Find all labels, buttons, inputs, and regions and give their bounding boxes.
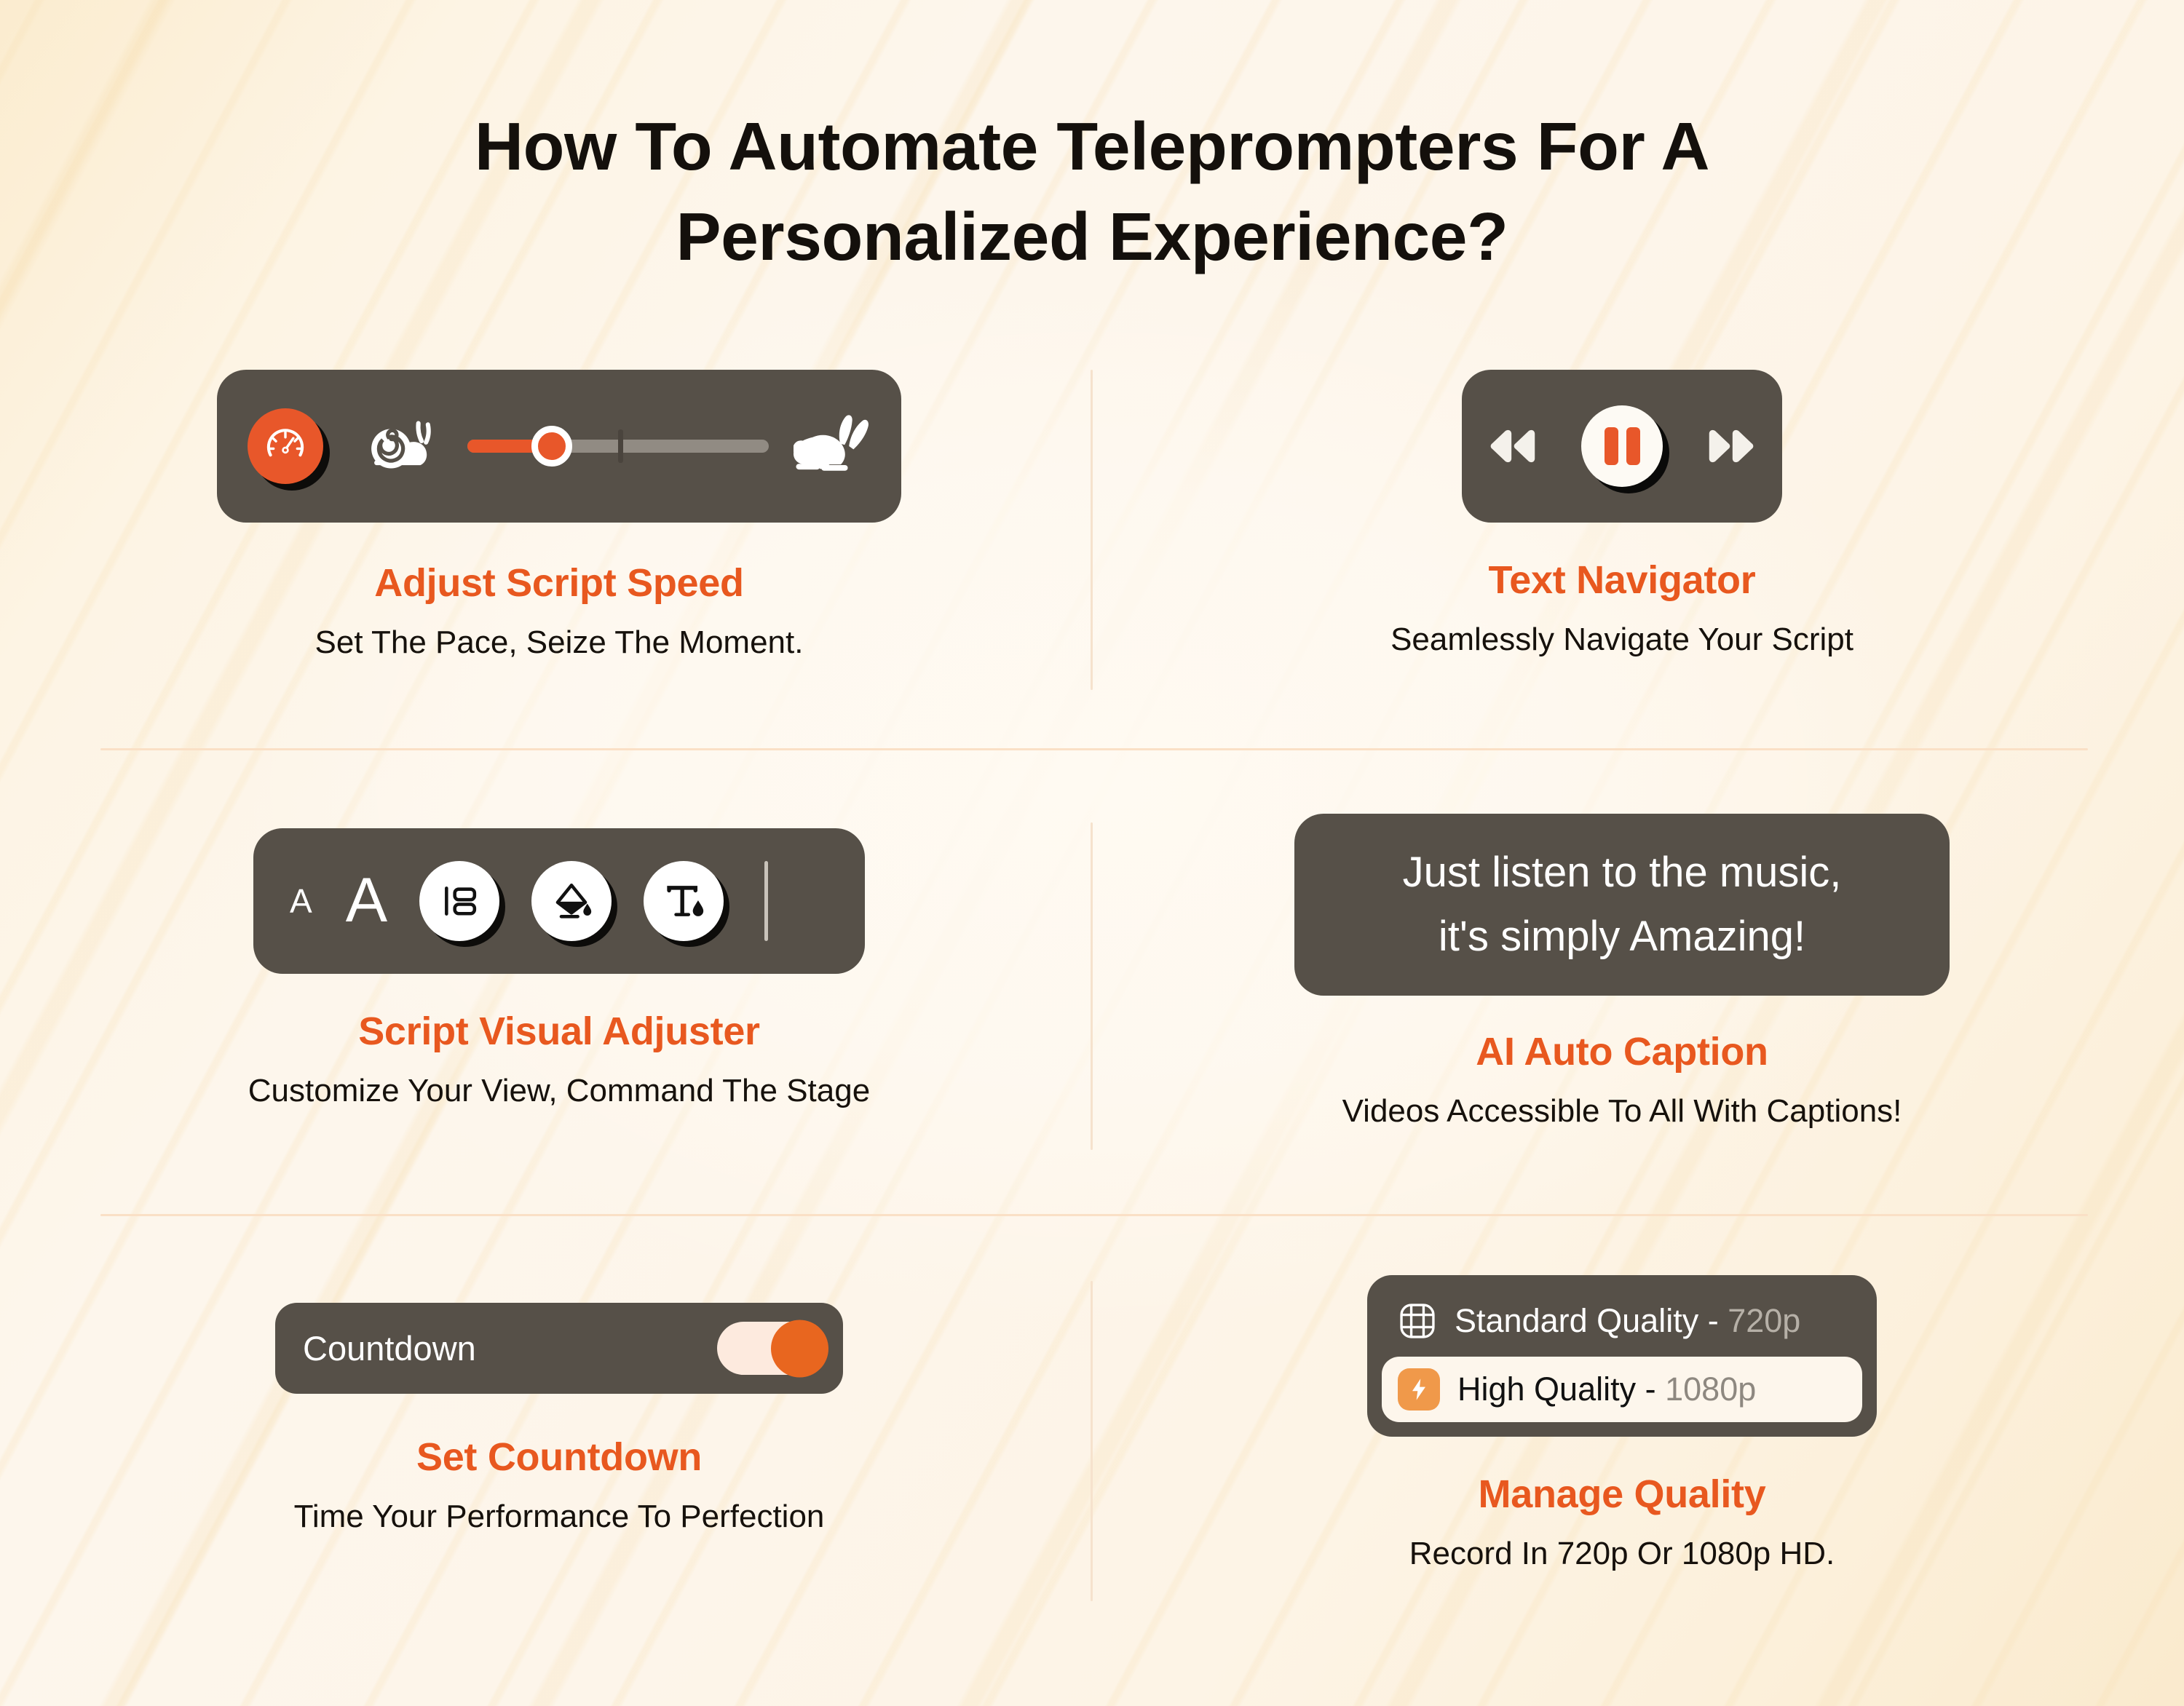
card-title: Script Visual Adjuster bbox=[358, 1009, 760, 1053]
infographic-page: How To Automate Teleprompters For A Pers… bbox=[0, 0, 2184, 1706]
card-text-navigator: Text Navigator Seamlessly Navigate Your … bbox=[1265, 370, 1979, 658]
toggle-knob bbox=[771, 1320, 828, 1377]
card-subtitle: Record In 720p Or 1080p HD. bbox=[1409, 1536, 1835, 1571]
card-title: Text Navigator bbox=[1488, 558, 1756, 602]
card-title: Manage Quality bbox=[1478, 1472, 1766, 1516]
countdown-widget-wrapper: Countdown bbox=[275, 1303, 843, 1394]
pause-icon[interactable] bbox=[1581, 405, 1663, 487]
speed-slider[interactable] bbox=[467, 426, 769, 467]
card-adjust-script-speed: Adjust Script Speed Set The Pace, Seize … bbox=[202, 370, 916, 661]
slider-midpoint-tick bbox=[618, 429, 623, 463]
card-subtitle: Set The Pace, Seize The Moment. bbox=[314, 624, 804, 660]
toolbar-divider bbox=[764, 861, 769, 941]
quality-option-name: Standard Quality - bbox=[1455, 1302, 1728, 1339]
quality-option-label: High Quality - 1080p bbox=[1457, 1370, 1756, 1408]
card-title: Set Countdown bbox=[416, 1435, 703, 1479]
fast-forward-icon[interactable] bbox=[1706, 429, 1754, 463]
caption-line-2: it's simply Amazing! bbox=[1438, 913, 1806, 960]
rabbit-icon bbox=[794, 415, 869, 471]
card-subtitle: Videos Accessible To All With Captions! bbox=[1342, 1093, 1902, 1129]
card-subtitle: Customize Your View, Command The Stage bbox=[248, 1073, 871, 1108]
card-set-countdown: Countdown Set Countdown Time Your Perfor… bbox=[202, 1303, 916, 1535]
divider-horizontal-1 bbox=[100, 748, 2088, 750]
countdown-setting-row: Countdown bbox=[275, 1303, 843, 1394]
navigator-widget-wrapper bbox=[1462, 370, 1782, 523]
snail-icon bbox=[371, 421, 431, 469]
quality-option-standard[interactable]: Standard Quality - 720p bbox=[1382, 1290, 1862, 1352]
fill-color-icon[interactable] bbox=[531, 861, 612, 941]
card-manage-quality: Standard Quality - 720p High Quality - 1… bbox=[1265, 1275, 1979, 1572]
quality-option-label: Standard Quality - 720p bbox=[1455, 1302, 1800, 1340]
divider-vertical-row1 bbox=[1091, 370, 1093, 690]
rewind-icon[interactable] bbox=[1489, 429, 1538, 463]
speed-control-panel bbox=[217, 370, 901, 523]
card-subtitle: Time Your Performance To Perfection bbox=[293, 1499, 825, 1534]
speed-widget-wrapper bbox=[217, 370, 901, 523]
pause-bar-left bbox=[1604, 427, 1618, 465]
card-script-visual-adjuster: A A Script Visual Adjuster Customize You… bbox=[202, 828, 916, 1109]
card-subtitle: Seamlessly Navigate Your Script bbox=[1390, 622, 1853, 657]
speedometer-icon[interactable] bbox=[248, 408, 323, 484]
countdown-label: Countdown bbox=[303, 1329, 476, 1368]
quality-option-list: Standard Quality - 720p High Quality - 1… bbox=[1367, 1275, 1877, 1437]
caption-preview-panel: Just listen to the music, it's simply Am… bbox=[1294, 814, 1950, 996]
quality-option-high[interactable]: High Quality - 1080p bbox=[1382, 1357, 1862, 1422]
text-style-toolbar: A A bbox=[253, 828, 865, 974]
card-title: Adjust Script Speed bbox=[374, 561, 744, 605]
slider-thumb[interactable] bbox=[531, 426, 572, 467]
quality-option-resolution: 1080p bbox=[1665, 1370, 1757, 1408]
card-ai-auto-caption: Just listen to the music, it's simply Am… bbox=[1265, 814, 1979, 1130]
caption-line-1: Just listen to the music, bbox=[1402, 848, 1842, 896]
divider-horizontal-2 bbox=[100, 1214, 2088, 1216]
quality-option-resolution: 720p bbox=[1728, 1302, 1801, 1339]
quality-widget-wrapper: Standard Quality - 720p High Quality - 1… bbox=[1367, 1275, 1877, 1437]
countdown-toggle[interactable] bbox=[717, 1320, 828, 1377]
card-title: AI Auto Caption bbox=[1476, 1030, 1768, 1074]
caption-widget-wrapper: Just listen to the music, it's simply Am… bbox=[1294, 814, 1950, 996]
divider-vertical-row2 bbox=[1091, 822, 1093, 1150]
text-color-icon[interactable] bbox=[644, 861, 724, 941]
page-title: How To Automate Teleprompters For A Pers… bbox=[474, 108, 1710, 274]
visual-widget-wrapper: A A bbox=[253, 828, 865, 974]
align-text-icon[interactable] bbox=[419, 861, 500, 941]
playback-control-panel bbox=[1462, 370, 1782, 523]
film-strip-icon bbox=[1400, 1304, 1435, 1338]
font-size-large-icon[interactable]: A bbox=[346, 869, 387, 932]
divider-vertical-row3 bbox=[1091, 1281, 1093, 1601]
pause-bar-right bbox=[1626, 427, 1640, 465]
font-size-small-icon[interactable]: A bbox=[290, 881, 312, 921]
quality-option-name: High Quality - bbox=[1457, 1370, 1666, 1408]
lightning-bolt-icon bbox=[1398, 1368, 1440, 1411]
